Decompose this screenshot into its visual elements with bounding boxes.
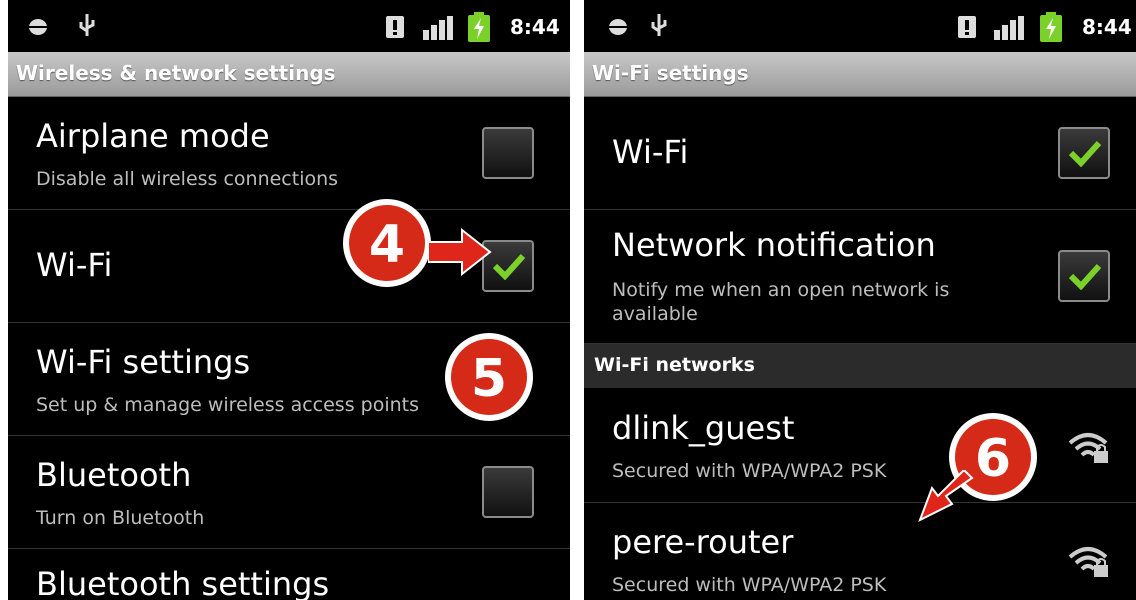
checkmark-icon [1068, 140, 1102, 167]
sim-alert-icon [386, 16, 404, 38]
status-bar: 8:44 [8, 0, 570, 52]
battery-charging-icon [1040, 12, 1062, 42]
network-security: Secured with WPA/WPA2 PSK [612, 460, 887, 482]
sim-alert-icon [958, 16, 976, 38]
arrow-right-icon [428, 227, 492, 276]
usb-icon [651, 14, 667, 36]
checkmark-icon [492, 253, 526, 280]
wifi-checkbox[interactable] [1058, 127, 1110, 179]
network-notification-row[interactable]: Network notification Notify me when an o… [584, 210, 1136, 344]
item-subtitle: Turn on Bluetooth [36, 507, 205, 529]
signal-icon [423, 16, 453, 40]
bluetooth-row[interactable]: Bluetooth Turn on Bluetooth [8, 436, 570, 549]
section-title: Wi-Fi networks [594, 354, 755, 376]
wifi-networks-section-header: Wi-Fi networks [584, 344, 1136, 388]
airplane-mode-row[interactable]: Airplane mode Disable all wireless conne… [8, 97, 570, 210]
item-title: Wi-Fi [36, 246, 113, 284]
network-security: Secured with WPA/WPA2 PSK [612, 574, 887, 596]
network-row[interactable]: dlink_guest Secured with WPA/WPA2 PSK [584, 389, 1136, 503]
bluetooth-settings-row[interactable]: Bluetooth settings [8, 549, 570, 600]
network-notification-checkbox[interactable] [1058, 250, 1110, 302]
status-bar: 8:44 [584, 0, 1136, 52]
item-title: Airplane mode [36, 117, 270, 155]
screen-title-bar: Wireless & network settings [8, 52, 570, 97]
step-5-badge: 5 [445, 333, 533, 421]
android-debug-icon [29, 19, 47, 35]
screen-title: Wi-Fi settings [592, 61, 749, 85]
step-number: 5 [471, 349, 507, 409]
item-title: Bluetooth settings [36, 565, 330, 600]
step-number: 4 [369, 215, 405, 275]
battery-charging-icon [468, 12, 490, 42]
step-4-badge: 4 [343, 199, 431, 287]
screen-title: Wireless & network settings [16, 61, 336, 85]
item-title: Wi-Fi settings [36, 343, 251, 381]
status-time: 8:44 [1082, 15, 1132, 39]
item-title: Network notification [612, 226, 936, 264]
left-phone-screen: 8:44 Wireless & network settings Airplan… [8, 0, 570, 600]
checkmark-icon [1068, 263, 1102, 290]
right-phone-screen: 8:44 Wi-Fi settings Wi-Fi Network notifi… [584, 0, 1136, 600]
airplane-mode-checkbox[interactable] [482, 127, 534, 179]
network-name: dlink_guest [612, 409, 795, 447]
item-title: Wi-Fi [612, 133, 689, 171]
item-subtitle: Set up & manage wireless access points [36, 394, 419, 416]
bluetooth-checkbox[interactable] [482, 466, 534, 518]
screen-title-bar: Wi-Fi settings [584, 52, 1136, 97]
signal-icon [994, 16, 1024, 40]
network-name: pere-router [612, 523, 794, 561]
arrow-down-left-icon [918, 470, 974, 523]
wifi-toggle-row[interactable]: Wi-Fi [584, 97, 1136, 210]
status-time: 8:44 [510, 15, 560, 39]
android-debug-icon [609, 19, 627, 35]
wifi-locked-icon [1068, 433, 1108, 463]
item-subtitle: Disable all wireless connections [36, 168, 339, 190]
network-row[interactable]: pere-router Secured with WPA/WPA2 PSK [584, 503, 1136, 600]
item-subtitle: Notify me when an open network is availa… [612, 279, 950, 325]
item-title: Bluetooth [36, 456, 192, 494]
usb-icon [79, 14, 95, 36]
wifi-locked-icon [1068, 547, 1108, 577]
step-number: 6 [975, 429, 1011, 489]
